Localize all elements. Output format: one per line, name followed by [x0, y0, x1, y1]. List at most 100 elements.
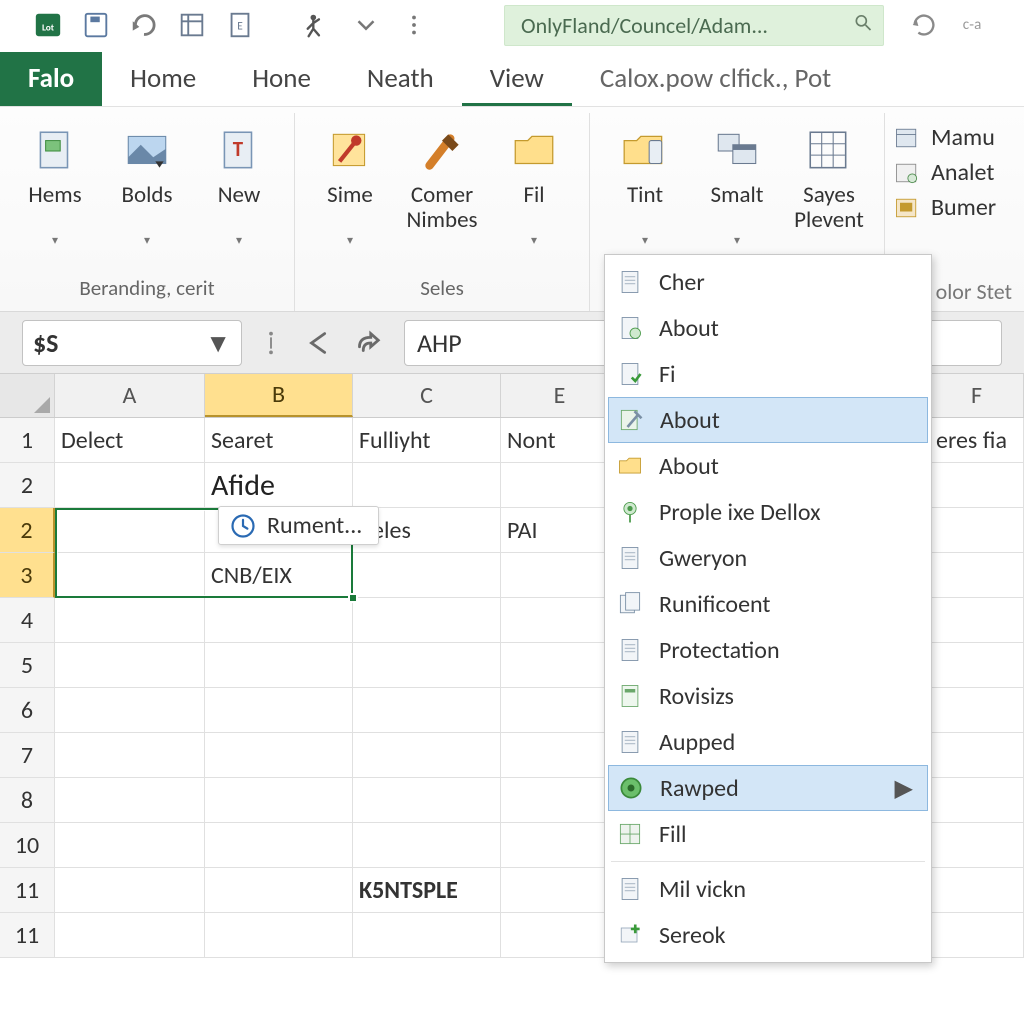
cancel-icon[interactable] — [300, 322, 338, 364]
cell[interactable] — [501, 868, 619, 913]
qat-dropdown-icon[interactable] — [348, 7, 384, 43]
row-header[interactable]: 11 — [0, 868, 55, 913]
cell[interactable] — [930, 643, 1024, 688]
cell[interactable] — [205, 778, 353, 823]
cell[interactable] — [55, 823, 205, 868]
cell[interactable] — [55, 553, 205, 598]
ribbon-btn-comer[interactable]: Comer Nimbes — [401, 119, 483, 271]
menu-item[interactable]: About — [605, 305, 931, 351]
col-header-A[interactable]: A — [55, 374, 205, 417]
app-icon[interactable]: Lot — [30, 7, 66, 43]
cell[interactable] — [353, 823, 501, 868]
cell[interactable] — [501, 778, 619, 823]
cell[interactable] — [930, 913, 1024, 958]
cell[interactable] — [55, 508, 205, 553]
cell[interactable] — [930, 778, 1024, 823]
cell[interactable] — [930, 688, 1024, 733]
cell[interactable] — [353, 913, 501, 958]
menu-item[interactable]: Aupped — [605, 719, 931, 765]
menu-item[interactable]: Rawped▶ — [608, 765, 928, 811]
cell[interactable] — [930, 553, 1024, 598]
cell[interactable]: Nont — [501, 418, 619, 463]
row-header[interactable]: 7 — [0, 733, 55, 778]
cell[interactable] — [930, 733, 1024, 778]
ribbon-btn-hems[interactable]: Hems ▾ — [14, 119, 96, 271]
cell[interactable] — [930, 463, 1024, 508]
link-icon[interactable]: c‑a — [954, 7, 990, 43]
cell[interactable] — [501, 688, 619, 733]
cell[interactable] — [353, 733, 501, 778]
col-header-F[interactable]: F — [930, 374, 1024, 417]
qat-undo-icon[interactable] — [126, 7, 162, 43]
cell[interactable] — [205, 823, 353, 868]
menu-item[interactable]: Fi — [605, 351, 931, 397]
cell[interactable] — [353, 778, 501, 823]
row-header[interactable]: 3 — [0, 553, 55, 598]
cell[interactable] — [501, 553, 619, 598]
menu-item[interactable]: Prople ixe Dellox — [605, 489, 931, 535]
cell[interactable] — [55, 688, 205, 733]
cell[interactable] — [55, 778, 205, 823]
ribbon-btn-bolds[interactable]: Bolds ▾ — [106, 119, 188, 271]
cell[interactable] — [930, 868, 1024, 913]
cell[interactable] — [353, 598, 501, 643]
cell[interactable] — [353, 688, 501, 733]
cell[interactable] — [501, 913, 619, 958]
menu-item[interactable]: Fill — [605, 811, 931, 857]
row-header[interactable]: 2 — [0, 463, 55, 508]
cell[interactable]: PAI — [501, 508, 619, 553]
tab-home[interactable]: Home — [102, 52, 224, 106]
cell[interactable] — [205, 913, 353, 958]
menu-item[interactable]: Runificoent — [605, 581, 931, 627]
cell[interactable] — [55, 463, 205, 508]
cell[interactable] — [353, 463, 501, 508]
cell-tooltip[interactable]: Rument... — [218, 506, 379, 545]
cell[interactable] — [501, 823, 619, 868]
ribbon-btn-new[interactable]: T New ▾ — [198, 119, 280, 271]
cell[interactable]: eres fia — [930, 418, 1024, 463]
menu-item[interactable]: Cher — [605, 259, 931, 305]
row-header[interactable]: 4 — [0, 598, 55, 643]
cell[interactable]: Fulliyht — [353, 418, 501, 463]
cell[interactable] — [55, 598, 205, 643]
cell[interactable] — [55, 913, 205, 958]
enter-icon[interactable] — [348, 322, 386, 364]
menu-item[interactable]: Sereok — [605, 912, 931, 958]
cell[interactable] — [205, 868, 353, 913]
menu-item[interactable]: Rovisizs — [605, 673, 931, 719]
cell[interactable] — [205, 688, 353, 733]
document-title[interactable]: OnlyFland/Councel/Adam... — [504, 5, 884, 46]
col-header-C[interactable]: C — [353, 374, 501, 417]
row-header[interactable]: 8 — [0, 778, 55, 823]
tab-file[interactable]: Falo — [0, 52, 102, 106]
col-header-B[interactable]: B — [205, 374, 353, 417]
qat-more-icon[interactable] — [396, 7, 432, 43]
cell[interactable]: Delect — [55, 418, 205, 463]
cell[interactable]: Afide — [205, 463, 353, 508]
select-all-corner[interactable] — [0, 374, 55, 417]
ribbon-stack-mamu[interactable]: Mamu — [893, 123, 996, 152]
cell[interactable]: Searet — [205, 418, 353, 463]
cell[interactable] — [501, 598, 619, 643]
cell[interactable] — [930, 823, 1024, 868]
ribbon-stack-analet[interactable]: Analet — [893, 158, 996, 187]
history-icon[interactable] — [906, 7, 942, 43]
row-header[interactable]: 1 — [0, 418, 55, 463]
qat-page-icon[interactable]: E — [222, 7, 258, 43]
tab-view[interactable]: View — [462, 52, 572, 106]
cell[interactable] — [353, 553, 501, 598]
ribbon-btn-sime[interactable]: Sime ▾ — [309, 119, 391, 271]
row-header[interactable]: 5 — [0, 643, 55, 688]
cell[interactable] — [205, 733, 353, 778]
row-header[interactable]: 11 — [0, 913, 55, 958]
cell[interactable] — [55, 868, 205, 913]
menu-item[interactable]: Protectation — [605, 627, 931, 673]
cell[interactable] — [55, 643, 205, 688]
cell[interactable] — [930, 508, 1024, 553]
cell[interactable] — [55, 733, 205, 778]
tab-hone[interactable]: Hone — [224, 52, 339, 106]
cell[interactable] — [501, 733, 619, 778]
ribbon-btn-fil[interactable]: Fil ▾ — [493, 119, 575, 271]
cell[interactable]: K5NTSPLE — [353, 868, 501, 913]
ribbon-stack-bumer[interactable]: Bumer — [893, 193, 996, 222]
